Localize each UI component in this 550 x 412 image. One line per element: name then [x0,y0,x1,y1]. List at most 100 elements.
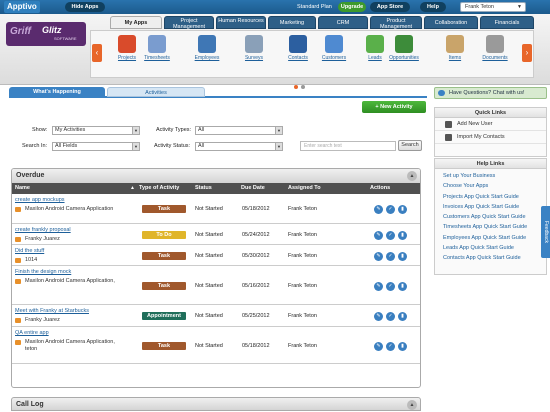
add-new-user-link[interactable]: Add New User [435,118,546,131]
app-store-button[interactable]: App Store [370,2,410,12]
app-opportunities[interactable]: Opportunities [384,35,424,61]
help-link[interactable]: Invoices App Quick Start Guide [435,202,546,212]
related-text: Maxilon Android Camera Application, teto… [25,339,115,352]
hide-apps-button[interactable]: Hide Apps [65,2,105,12]
search-input[interactable]: Enter search text [300,141,396,151]
column-status[interactable]: Status [195,183,212,194]
collapse-icon[interactable]: ▲ [407,400,417,410]
activity-type-badge: Appointment [142,312,186,320]
carousel-next-button[interactable]: › [522,44,532,62]
help-link[interactable]: Timesheets App Quick Start Guide [435,222,546,232]
help-link[interactable]: Projects App Quick Start Guide [435,192,546,202]
activity-status-label: Activity Status: [154,143,191,149]
apptivo-logo[interactable]: Apptivo [4,1,40,13]
help-link[interactable]: Contacts App Quick Start Guide [435,253,546,263]
tab-my-apps[interactable]: My Apps [110,16,162,29]
tab-whats-happening[interactable]: What's Happening [9,87,105,97]
assigned-to-cell: Frank Teton [288,206,317,212]
edit-icon[interactable]: ✎ [374,342,383,351]
tab-collaboration[interactable]: Collaboration [424,16,478,29]
tab-crm[interactable]: CRM [318,16,368,29]
column-due-date[interactable]: Due Date [241,183,265,194]
related-icon [15,237,21,242]
assigned-to-cell: Frank Teton [288,232,317,238]
delete-icon[interactable]: ▮ [398,231,407,240]
help-link[interactable]: Choose Your Apps [435,181,546,191]
tab-marketing[interactable]: Marketing [268,16,316,29]
column-assigned-to[interactable]: Assigned To [288,183,321,194]
chevron-down-icon: ▼ [275,143,282,150]
column-type[interactable]: Type of Activity [139,183,179,194]
status-cell: Not Started [195,253,223,259]
activity-subject-link[interactable]: Finish the design mock [15,269,71,275]
sort-icon[interactable]: ▲ [130,183,135,194]
delete-icon[interactable]: ▮ [398,312,407,321]
edit-icon[interactable]: ✎ [374,282,383,291]
delete-icon[interactable]: ▮ [398,205,407,214]
upgrade-button[interactable]: Upgrade [338,2,366,12]
complete-icon[interactable]: ✓ [386,231,395,240]
help-link[interactable]: Set up Your Business [435,171,546,181]
new-activity-button[interactable]: + New Activity [362,101,426,113]
activity-subject-link[interactable]: Meet with Franky at Starbucks [15,308,89,314]
user-menu[interactable]: Frank Teton ▼ [460,2,526,12]
app-label: Documents [482,55,508,61]
show-select[interactable]: My Activities ▼ [52,126,140,135]
related-text: Franky Juarez [25,317,60,323]
complete-icon[interactable]: ✓ [386,342,395,351]
tab-activities[interactable]: Activities [107,87,205,97]
chat-button[interactable]: Have Questions? Chat with us! [434,87,547,99]
app-employees[interactable]: Employees [187,35,227,61]
carousel-prev-button[interactable]: ‹ [92,44,102,62]
assigned-to-cell: Frank Teton [288,343,317,349]
delete-icon[interactable]: ▮ [398,252,407,261]
app-surveys[interactable]: Surveys [234,35,274,61]
edit-icon[interactable]: ✎ [374,252,383,261]
plan-label: Standard Plan [297,4,332,10]
help-link[interactable]: Customers App Quick Start Guide [435,212,546,222]
edit-icon[interactable]: ✎ [374,312,383,321]
import-contacts-link[interactable]: Import My Contacts [435,131,546,144]
complete-icon[interactable]: ✓ [386,205,395,214]
row-actions: ✎ ✓ ▮ [374,205,410,214]
delete-icon[interactable]: ▮ [398,342,407,351]
help-button[interactable]: Help [420,2,446,12]
complete-icon[interactable]: ✓ [386,252,395,261]
activity-subject-link[interactable]: create frankly proposal [15,227,71,233]
activity-subject-link[interactable]: QA entire app [15,330,49,336]
tab-product-management[interactable]: Product Management [370,16,422,30]
column-name[interactable]: Name [15,183,30,194]
related-icon [15,318,21,323]
edit-icon[interactable]: ✎ [374,231,383,240]
collapse-icon[interactable]: ▲ [407,171,417,181]
app-documents[interactable]: Documents [475,35,515,61]
delete-icon[interactable]: ▮ [398,282,407,291]
show-value: My Activities [55,127,86,133]
help-link[interactable]: Leads App Quick Start Guide [435,243,546,253]
app-contacts[interactable]: Contacts [278,35,318,61]
tab-financials[interactable]: Financials [480,16,534,29]
search-in-select[interactable]: All Fields ▼ [52,142,140,151]
activity-types-select[interactable]: All ▼ [195,126,283,135]
activity-subject-link[interactable]: Did the stuff [15,248,44,254]
app-customers[interactable]: Customers [314,35,354,61]
app-timesheets[interactable]: Timesheets [137,35,177,61]
tab-project-management[interactable]: Project Management [164,16,214,30]
edit-icon[interactable]: ✎ [374,205,383,214]
table-row: create app mockups Maxilon Android Camera… [12,194,420,224]
feedback-tab[interactable]: Feedback [541,206,550,258]
logo-text-2: Glitz [42,25,62,35]
quick-links-title: Quick Links [435,108,546,118]
activity-status-select[interactable]: All ▼ [195,142,283,151]
complete-icon[interactable]: ✓ [386,312,395,321]
help-link[interactable]: Employees App Quick Start Guide [435,233,546,243]
tab-human-resources[interactable]: Human Resources [216,16,266,29]
app-items[interactable]: Items [435,35,475,61]
call-log-title: Call Log [16,401,44,408]
activity-subject-link[interactable]: create app mockups [15,197,65,203]
row-actions: ✎ ✓ ▮ [374,282,410,291]
complete-icon[interactable]: ✓ [386,282,395,291]
search-button[interactable]: Search [398,140,422,151]
table-header: Name ▲ Type of Activity Status Due Date … [12,183,420,194]
table-row: Finish the design mock Maxilon Android Ca… [12,266,420,305]
